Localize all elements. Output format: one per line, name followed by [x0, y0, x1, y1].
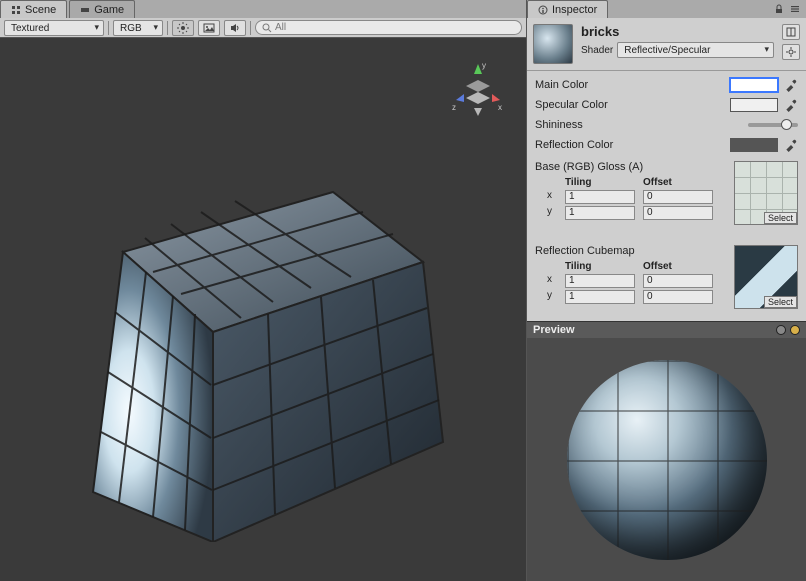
orientation-gizmo[interactable]: y x z: [448, 60, 508, 120]
panel-menu-button[interactable]: [788, 2, 802, 16]
speaker-icon: [229, 22, 241, 34]
svg-text:z: z: [452, 103, 456, 112]
cubemap-texture-slot[interactable]: Select: [734, 245, 798, 309]
cubemap-offset-y[interactable]: 0: [643, 290, 713, 304]
preview-mode-a[interactable]: [776, 325, 786, 335]
base-texture-slot[interactable]: Select: [734, 161, 798, 225]
preview-header[interactable]: Preview: [527, 321, 806, 338]
base-offset-x[interactable]: 0: [643, 190, 713, 204]
svg-text:y: y: [482, 61, 486, 70]
base-texture-select[interactable]: Select: [764, 212, 797, 224]
tab-scene[interactable]: Scene: [0, 0, 67, 18]
shader-dropdown[interactable]: Reflective/Specular: [617, 42, 774, 58]
eyedropper-icon: [784, 138, 798, 152]
lock-icon: [774, 4, 784, 14]
scene-search[interactable]: All: [255, 20, 522, 35]
tab-inspector[interactable]: Inspector: [527, 0, 608, 18]
scene-cube: [63, 142, 463, 542]
scene-tabs: Scene Game: [0, 0, 526, 18]
lock-button[interactable]: [772, 2, 786, 16]
eyedropper-icon: [784, 78, 798, 92]
inspector-tabs: Inspector: [527, 0, 806, 18]
toolbar-divider: [167, 21, 168, 35]
material-preview[interactable]: [527, 338, 806, 581]
base-offset-y[interactable]: 0: [643, 206, 713, 220]
gear-icon: [786, 47, 796, 57]
sun-icon: [177, 22, 189, 34]
svg-text:x: x: [498, 103, 502, 112]
reflection-color-swatch[interactable]: [730, 138, 778, 152]
row-y-label: y: [547, 206, 557, 220]
eyedropper-icon: [784, 98, 798, 112]
tab-inspector-label: Inspector: [552, 4, 597, 16]
help-button[interactable]: [782, 24, 800, 40]
tab-scene-label: Scene: [25, 4, 56, 16]
specular-color-label: Specular Color: [535, 99, 724, 111]
scene-toolbar: Textured RGB All: [0, 18, 526, 38]
menu-icon: [790, 4, 800, 14]
main-color-label: Main Color: [535, 79, 724, 91]
tab-game[interactable]: Game: [69, 0, 135, 18]
preview-mode-b[interactable]: [790, 325, 800, 335]
cubemap-tiling-y[interactable]: 1: [565, 290, 635, 304]
base-tiling-x[interactable]: 1: [565, 190, 635, 204]
inspector-icon: [538, 5, 548, 15]
settings-button[interactable]: [782, 44, 800, 60]
tiling-header: Tiling: [565, 261, 635, 272]
game-icon: [80, 5, 90, 15]
render-mode-dropdown[interactable]: Textured: [4, 20, 104, 36]
specular-color-swatch[interactable]: [730, 98, 778, 112]
reflection-color-label: Reflection Color: [535, 139, 724, 151]
shininess-label: Shininess: [535, 119, 742, 131]
material-name: bricks: [581, 24, 774, 39]
row-y-label: y: [547, 290, 557, 304]
offset-header: Offset: [643, 261, 713, 272]
slider-knob[interactable]: [781, 119, 792, 130]
image-toggle[interactable]: [198, 20, 220, 36]
material-thumbnail[interactable]: [533, 24, 573, 64]
row-x-label: x: [547, 190, 557, 204]
material-header: bricks Shader Reflective/Specular: [527, 18, 806, 71]
offset-header: Offset: [643, 177, 713, 188]
toolbar-divider: [108, 21, 109, 35]
shininess-slider[interactable]: [748, 123, 798, 127]
cubemap-texture-select[interactable]: Select: [764, 296, 797, 308]
preview-label: Preview: [533, 324, 575, 336]
cubemap-offset-x[interactable]: 0: [643, 274, 713, 288]
audio-toggle[interactable]: [224, 20, 246, 36]
toolbar-divider: [250, 21, 251, 35]
cubemap-tiling-x[interactable]: 1: [565, 274, 635, 288]
search-icon: [262, 23, 272, 33]
tiling-header: Tiling: [565, 177, 635, 188]
reflection-color-eyedropper[interactable]: [784, 138, 798, 152]
preview-sphere: [567, 360, 767, 560]
light-toggle[interactable]: [172, 20, 194, 36]
specular-color-eyedropper[interactable]: [784, 98, 798, 112]
scene-icon: [11, 5, 21, 15]
tab-game-label: Game: [94, 4, 124, 16]
main-color-eyedropper[interactable]: [784, 78, 798, 92]
main-color-swatch[interactable]: [730, 78, 778, 92]
color-mode-dropdown[interactable]: RGB: [113, 20, 163, 36]
book-icon: [786, 27, 796, 37]
shader-label: Shader: [581, 45, 613, 56]
scene-viewport[interactable]: y x z: [0, 38, 526, 581]
search-placeholder: All: [275, 22, 286, 33]
row-x-label: x: [547, 274, 557, 288]
image-icon: [203, 22, 215, 34]
base-tiling-y[interactable]: 1: [565, 206, 635, 220]
